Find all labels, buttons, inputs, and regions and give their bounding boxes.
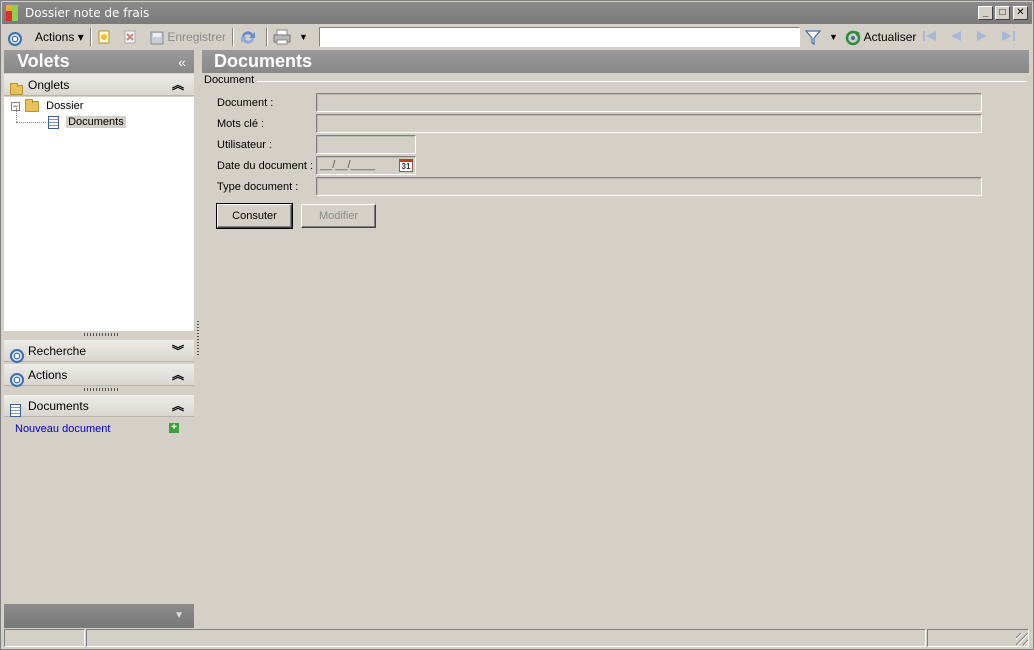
status-bar bbox=[4, 629, 1030, 647]
consulter-button[interactable]: Consuter bbox=[216, 203, 293, 229]
left-panel: Volets « Onglets ︽ − Dossier Documents R… bbox=[4, 50, 195, 628]
title-bar[interactable]: Dossier note de frais _ □ ✕ bbox=[2, 2, 1032, 24]
print-dropdown-icon[interactable]: ▼ bbox=[299, 28, 308, 46]
calendar-icon[interactable]: 31 bbox=[399, 159, 413, 172]
next-record-icon[interactable] bbox=[974, 29, 990, 47]
plus-icon[interactable]: + bbox=[169, 423, 179, 433]
chevron-down-icon[interactable]: ▼ bbox=[174, 610, 184, 621]
date-label: Date du document : bbox=[217, 160, 314, 172]
section-onglets[interactable]: Onglets ︽ bbox=[4, 74, 194, 96]
delete-icon[interactable] bbox=[123, 30, 137, 48]
window-title: Dossier note de frais bbox=[25, 6, 150, 20]
chevron-up-icon[interactable]: ︽ bbox=[172, 395, 184, 417]
date-field[interactable]: __/__/____ 31 bbox=[316, 156, 416, 175]
splitter-grip[interactable] bbox=[84, 388, 118, 391]
previous-record-icon[interactable] bbox=[948, 29, 964, 47]
type-document-field[interactable] bbox=[316, 177, 982, 196]
type-document-label: Type document : bbox=[217, 181, 299, 193]
refresh-button[interactable]: Actualiser bbox=[845, 28, 916, 46]
group-title: Document bbox=[204, 74, 255, 86]
splitter-grip[interactable] bbox=[84, 333, 118, 336]
status-cell bbox=[86, 629, 926, 647]
new-document-link[interactable]: Nouveau document bbox=[15, 423, 110, 435]
search-input[interactable] bbox=[319, 27, 800, 47]
status-cell bbox=[4, 629, 85, 647]
resize-grip[interactable] bbox=[1016, 633, 1028, 645]
documents-section-body: Nouveau document + bbox=[4, 418, 194, 604]
chevron-down-icon[interactable]: ︾ bbox=[172, 340, 184, 362]
actions-menu-button[interactable]: Actions ▾ bbox=[35, 28, 84, 46]
document-field[interactable] bbox=[316, 93, 982, 112]
collapse-panel-icon[interactable]: « bbox=[178, 51, 186, 74]
section-actions[interactable]: Actions ︽ bbox=[4, 364, 194, 387]
circle-icon bbox=[10, 368, 24, 390]
page-title: Documents bbox=[202, 50, 1029, 73]
chevron-up-icon[interactable]: ︽ bbox=[172, 364, 184, 386]
folder-icon bbox=[25, 98, 40, 112]
application-window: Dossier note de frais _ □ ✕ Actions ▾ En… bbox=[0, 0, 1034, 650]
document-label: Document : bbox=[217, 97, 274, 109]
document-icon bbox=[48, 115, 59, 129]
tabs-tree: − Dossier Documents bbox=[4, 97, 194, 331]
mots-cle-field[interactable] bbox=[316, 114, 982, 133]
tree-node-documents[interactable]: Documents bbox=[48, 114, 126, 130]
minimize-button[interactable]: _ bbox=[978, 6, 993, 20]
print-icon[interactable] bbox=[273, 29, 291, 47]
circle-icon bbox=[10, 344, 24, 366]
utilisateur-field[interactable] bbox=[316, 135, 416, 154]
section-documents[interactable]: Documents ︽ bbox=[4, 395, 194, 418]
chevron-up-icon[interactable]: ︽ bbox=[172, 74, 184, 96]
panel-footer[interactable]: ▼ bbox=[4, 604, 194, 628]
vertical-splitter[interactable] bbox=[197, 321, 199, 357]
maximize-button[interactable]: □ bbox=[995, 6, 1010, 20]
tree-node-dossier[interactable]: − Dossier bbox=[11, 98, 83, 114]
section-recherche[interactable]: Recherche ︾ bbox=[4, 340, 194, 363]
utilisateur-label: Utilisateur : bbox=[217, 139, 273, 151]
app-icon bbox=[6, 5, 22, 21]
group-divider bbox=[257, 81, 1027, 82]
menu-circle-icon[interactable] bbox=[8, 29, 22, 47]
filter-icon[interactable] bbox=[804, 29, 822, 47]
last-record-icon[interactable] bbox=[1000, 29, 1016, 47]
status-cell bbox=[927, 629, 1029, 647]
main-content: Documents Document Document : Mots clé :… bbox=[202, 50, 1029, 628]
save-button[interactable]: Enregistrer bbox=[150, 28, 226, 46]
first-record-icon[interactable] bbox=[922, 29, 938, 47]
mots-cle-label: Mots clé : bbox=[217, 118, 265, 130]
sync-icon[interactable] bbox=[239, 29, 257, 47]
new-icon[interactable] bbox=[97, 30, 111, 48]
close-button[interactable]: ✕ bbox=[1013, 6, 1028, 20]
modifier-button[interactable]: Modifier bbox=[301, 204, 376, 228]
filter-dropdown-icon[interactable]: ▼ bbox=[829, 28, 838, 46]
panel-header: Volets « bbox=[4, 50, 194, 73]
